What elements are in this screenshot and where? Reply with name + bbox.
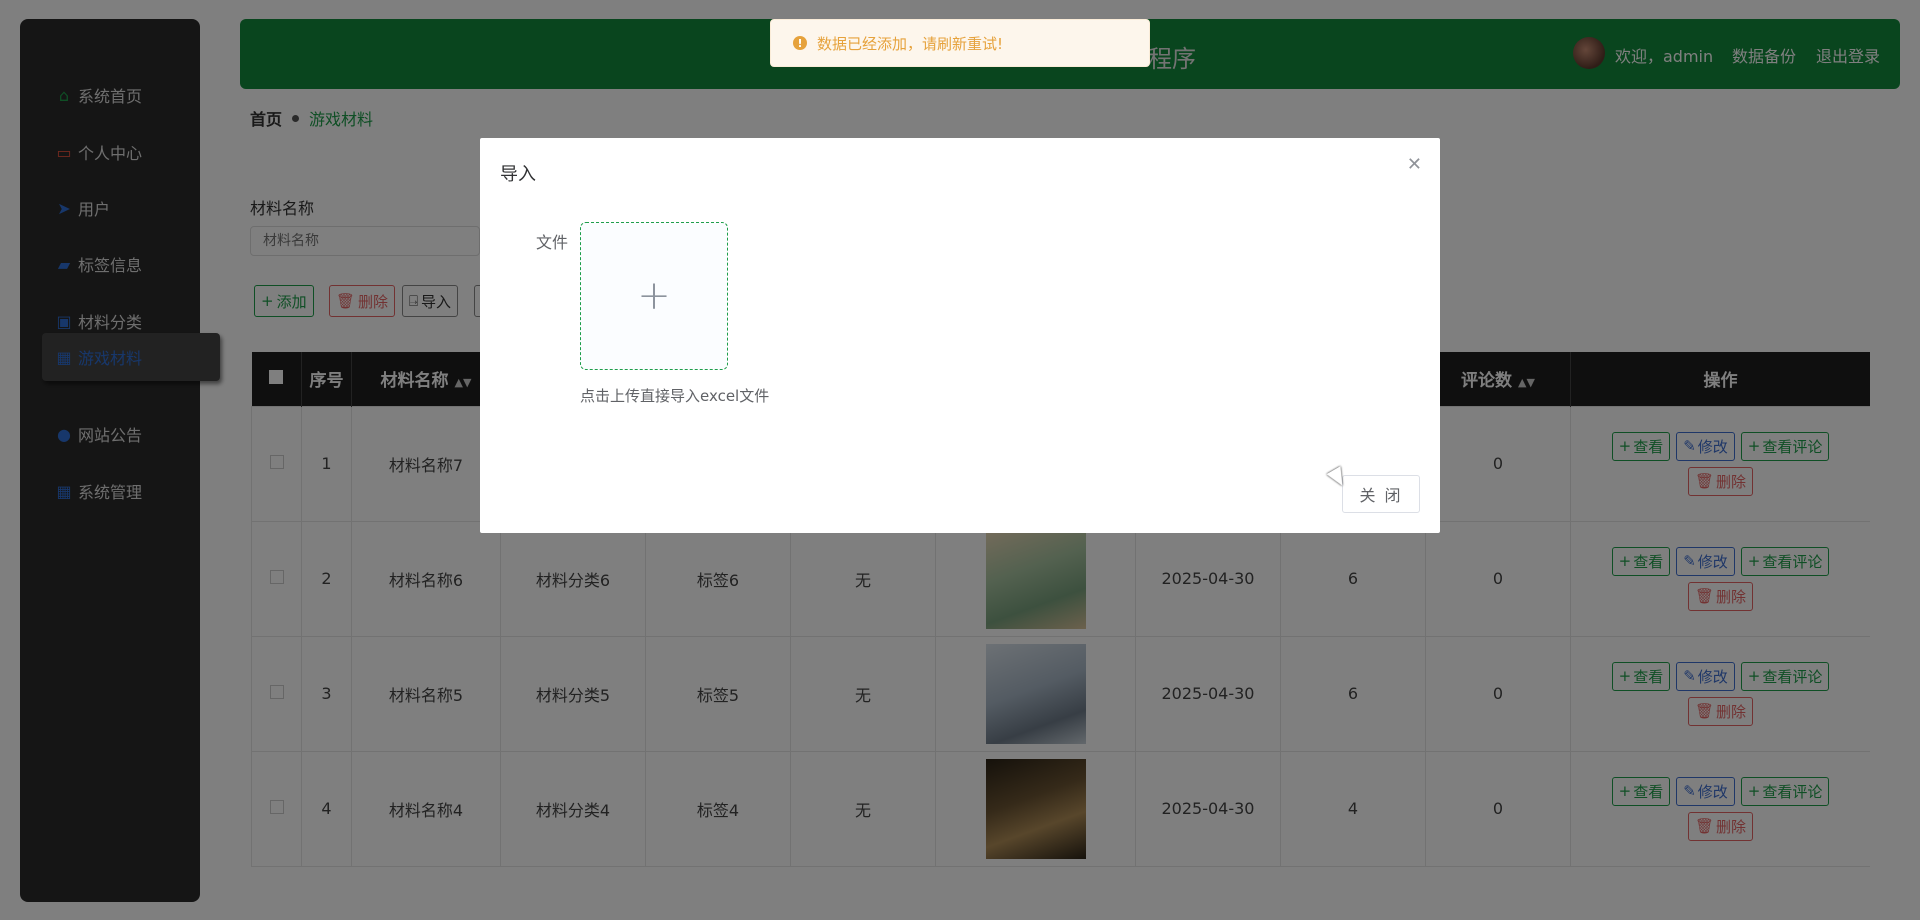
warning-toast: ! 数据已经添加，请刷新重试! xyxy=(770,19,1150,67)
file-label: 文件 xyxy=(536,233,569,252)
warning-icon: ! xyxy=(793,36,807,50)
close-icon[interactable]: ✕ xyxy=(1407,154,1422,175)
upload-hint: 点击上传直接导入excel文件 xyxy=(580,387,770,405)
dialog-title: 导入 xyxy=(500,164,536,185)
close-button[interactable]: 关 闭 xyxy=(1342,475,1420,513)
upload-dropzone[interactable]: + xyxy=(580,222,728,370)
toast-message: 数据已经添加，请刷新重试! xyxy=(817,34,1004,53)
import-dialog: 导入 ✕ 文件 + 点击上传直接导入excel文件 关 闭 xyxy=(480,138,1440,533)
plus-icon: + xyxy=(637,273,671,319)
